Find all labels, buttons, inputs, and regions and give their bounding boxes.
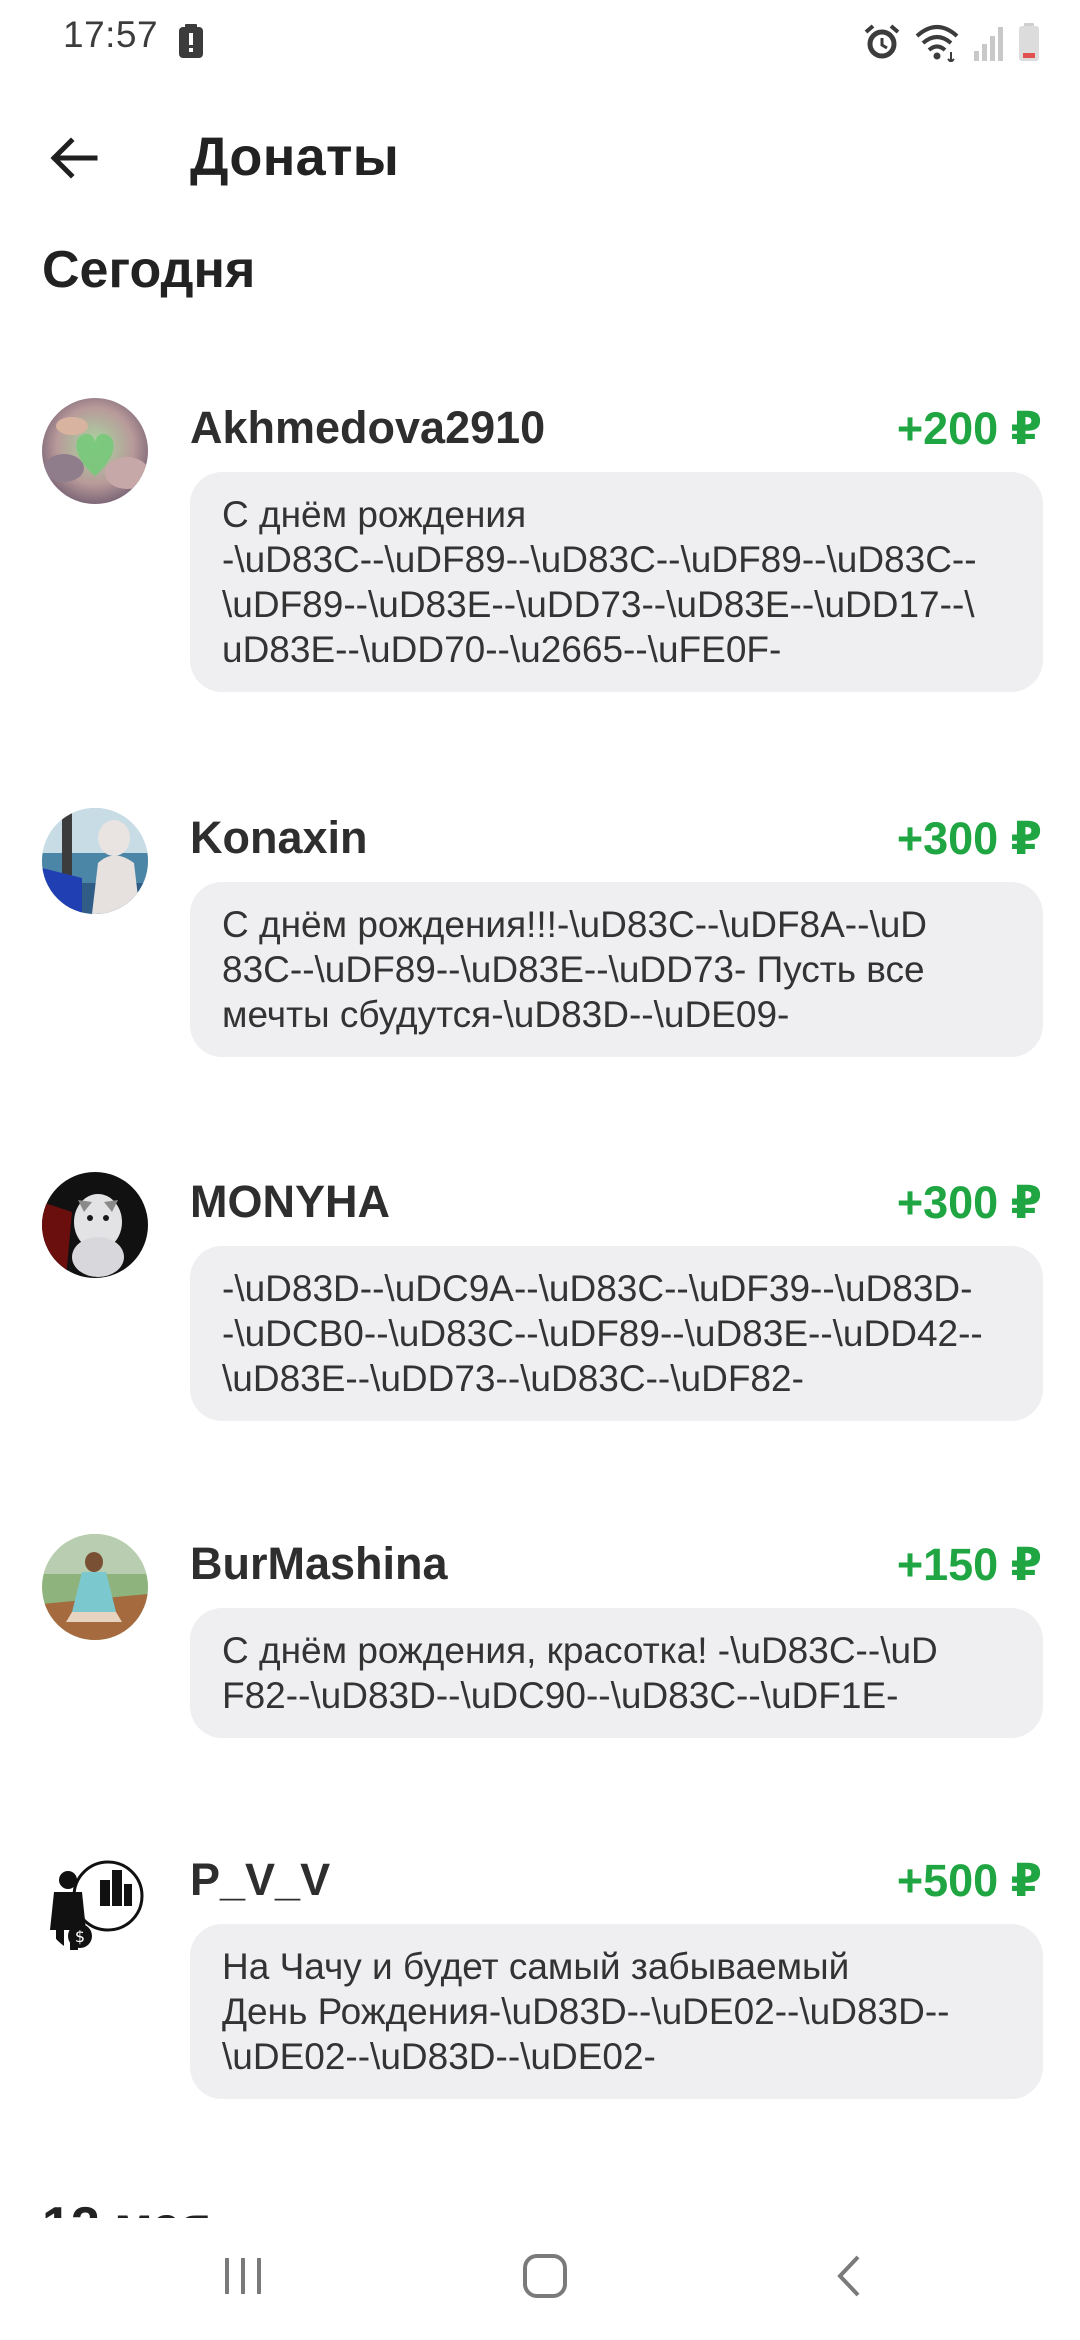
battery-icon (1018, 23, 1040, 61)
donor-name: Konaxin (190, 812, 368, 863)
message-line: С днём рождения!!!-\uD83C--\uDF8A--\uD (222, 904, 928, 945)
screen: 17:57 Донаты Сегодня Akhmedova2910 +200 … (0, 0, 1080, 2340)
avatar[interactable] (42, 1534, 148, 1640)
arrow-left-icon (49, 136, 99, 185)
donor-name: Akhmedova2910 (190, 402, 546, 453)
message-bubble: С днём рождения, красотка! -\uD83C--\uD … (190, 1608, 1043, 1738)
message-bubble: -\uD83D--\uDC9A--\uD83C--\uDF39--\uD83D-… (190, 1246, 1043, 1421)
message-line: -\uDCB0--\uD83C--\uDF89--\uD83E--\uDD42-… (222, 1313, 983, 1354)
message-line: День Рождения-\uD83D--\uDE02--\uD83D-- (222, 1991, 950, 2032)
signal-icon (972, 23, 1006, 61)
page-title: Донаты (190, 127, 400, 187)
donation-amount: +200 ₽ (896, 403, 1042, 454)
svg-text:$: $ (75, 1927, 85, 1946)
avatar[interactable]: $ (42, 1850, 148, 1956)
alarm-icon (862, 22, 902, 62)
status-icons (862, 20, 1040, 64)
system-nav-bar (0, 2218, 1080, 2340)
recent-apps-icon (221, 2256, 265, 2301)
message-line: С днём рождения (222, 494, 527, 535)
back-button[interactable] (36, 122, 112, 198)
battery-saver-icon (178, 24, 204, 58)
donor-name: P_V_V (190, 1854, 331, 1905)
message-line: На Чачу и будет самый забываемый (222, 1946, 850, 1987)
app-header: Донаты (0, 110, 1080, 210)
donor-name: BurMashina (190, 1538, 448, 1589)
message-line: мечты сбудутся-\uD83D--\uDE09- (222, 994, 790, 1035)
donation-amount: +300 ₽ (896, 1177, 1042, 1228)
message-bubble: С днём рождения -\uD83C--\uDF89--\uD83C-… (190, 472, 1043, 692)
message-line: \uD83E--\uDD73--\uD83C--\uDF82- (222, 1358, 804, 1399)
avatar[interactable] (42, 1172, 148, 1278)
message-bubble: С днём рождения!!!-\uD83C--\uDF8A--\uD 8… (190, 882, 1043, 1057)
message-line: uD83E--\uDD70--\u2665--\uFE0F- (222, 629, 782, 670)
section-title-today: Сегодня (42, 241, 256, 299)
donation-amount: +500 ₽ (896, 1855, 1042, 1906)
message-line: 83C--\uDF89--\uD83E--\uDD73- Пусть все (222, 949, 925, 990)
system-back-button[interactable] (804, 2238, 894, 2318)
message-line: F82--\uD83D--\uDC90--\uD83C--\uDF1E- (222, 1675, 899, 1716)
avatar[interactable] (42, 808, 148, 914)
donation-amount: +300 ₽ (896, 813, 1042, 864)
avatar[interactable] (42, 398, 148, 504)
status-bar: 17:57 (0, 0, 1080, 80)
message-line: \uDF89--\uD83E--\uDD73--\uD83E--\uDD17--… (222, 584, 975, 625)
back-icon (834, 2253, 864, 2304)
home-icon (522, 2253, 568, 2304)
message-line: -\uD83D--\uDC9A--\uD83C--\uDF39--\uD83D- (222, 1268, 973, 1309)
recent-apps-button[interactable] (198, 2238, 288, 2318)
donor-name: MONYHA (190, 1176, 390, 1227)
message-line: \uDE02--\uD83D--\uDE02- (222, 2036, 656, 2077)
wifi-icon (914, 22, 960, 62)
home-button[interactable] (500, 2238, 590, 2318)
message-bubble: На Чачу и будет самый забываемый День Ро… (190, 1924, 1043, 2099)
donation-amount: +150 ₽ (896, 1539, 1042, 1590)
status-time: 17:57 (63, 14, 159, 55)
message-line: -\uD83C--\uDF89--\uD83C--\uDF89--\uD83C-… (222, 539, 977, 580)
message-line: С днём рождения, красотка! -\uD83C--\uD (222, 1630, 938, 1671)
